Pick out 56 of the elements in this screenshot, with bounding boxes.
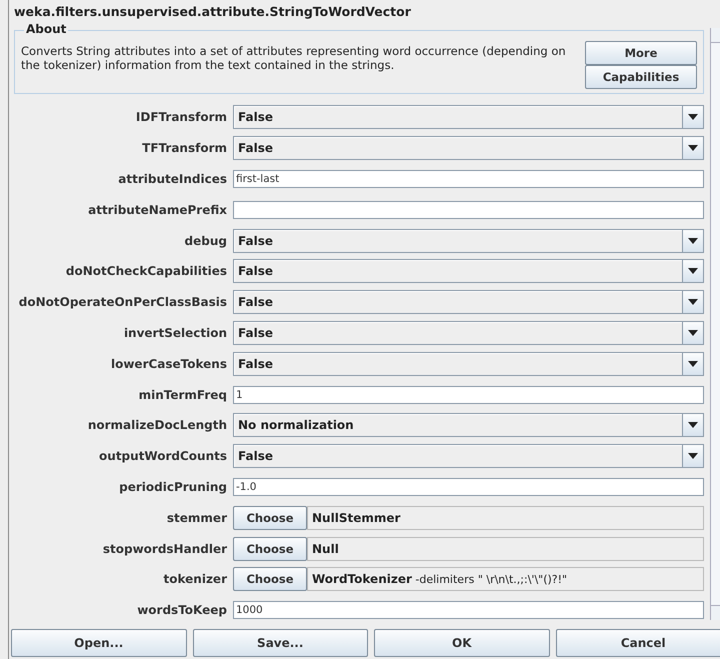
dialog-button[interactable]: Save...: [192, 629, 368, 657]
property-label: invertSelection: [122, 324, 227, 342]
input-field[interactable]: 1: [233, 386, 704, 404]
dropdown[interactable]: No normalization: [233, 413, 704, 438]
object-value: Null: [307, 536, 704, 561]
property-label: attributeNamePrefix: [87, 202, 227, 219]
property-label: minTermFreq: [138, 386, 227, 404]
dropdown[interactable]: False: [233, 290, 704, 314]
caret-icon: [688, 299, 698, 306]
property-label: periodicPruning: [118, 478, 227, 496]
about-button[interactable]: More: [585, 41, 697, 65]
property-label: TFTransform: [141, 140, 227, 158]
property-label: outputWordCounts: [98, 448, 227, 466]
property-label: doNotOperateOnPerClassBasis: [18, 294, 227, 312]
dropdown[interactable]: False: [233, 105, 704, 130]
dialog-button[interactable]: Open...: [11, 629, 186, 657]
dropdown[interactable]: False: [233, 320, 704, 345]
choose-button[interactable]: Choose: [233, 506, 307, 530]
caret-icon: [688, 453, 698, 460]
object-value: WordTokenizer -delimiters " \r\n\t.,;:\'\"()?!": [307, 567, 704, 592]
about-button[interactable]: Capabilities: [585, 65, 697, 89]
dropdown[interactable]: False: [233, 444, 704, 468]
property-label: attributeIndices: [117, 170, 227, 188]
dialog-button[interactable]: OK: [374, 629, 550, 657]
dropdown[interactable]: False: [233, 352, 704, 376]
input-field[interactable]: first-last: [233, 170, 704, 188]
caret-icon: [688, 114, 698, 120]
caret-icon: [688, 268, 698, 274]
dropdown[interactable]: False: [233, 259, 704, 284]
choose-button[interactable]: Choose: [233, 536, 307, 561]
property-label: doNotCheckCapabilities: [64, 263, 227, 280]
dialog-button[interactable]: Cancel: [556, 629, 720, 657]
property-label: normalizeDocLength: [86, 417, 227, 434]
input-field[interactable]: 1000: [233, 601, 704, 620]
property-label: wordsToKeep: [136, 602, 227, 620]
property-label: stopwordsHandler: [102, 540, 227, 558]
dropdown[interactable]: False: [233, 136, 704, 160]
object-value: NullStemmer: [307, 506, 704, 530]
property-label: lowerCaseTokens: [110, 356, 227, 373]
choose-button[interactable]: Choose: [233, 567, 307, 592]
caret-icon: [688, 422, 698, 428]
scrollbar[interactable]: [710, 28, 720, 620]
caret-icon: [688, 238, 698, 244]
property-label: debug: [184, 232, 227, 250]
input-field[interactable]: -1.0: [233, 478, 704, 496]
input-field[interactable]: [233, 200, 704, 219]
dropdown[interactable]: False: [233, 228, 704, 253]
window-title: weka.filters.unsupervised.attribute.StringToWordVector: [13, 3, 412, 21]
description-text: Converts String attributes into a set of attributes representing word occurrence (depending on the tokenizer) information from the text contained in the strings.: [21, 43, 567, 72]
caret-icon: [688, 330, 698, 336]
caret-icon: [688, 145, 698, 152]
section-title: About: [24, 22, 68, 36]
property-label: tokenizer: [162, 571, 227, 588]
property-label: stemmer: [166, 510, 227, 527]
property-label: IDFTransform: [134, 109, 227, 126]
caret-icon: [688, 360, 698, 367]
